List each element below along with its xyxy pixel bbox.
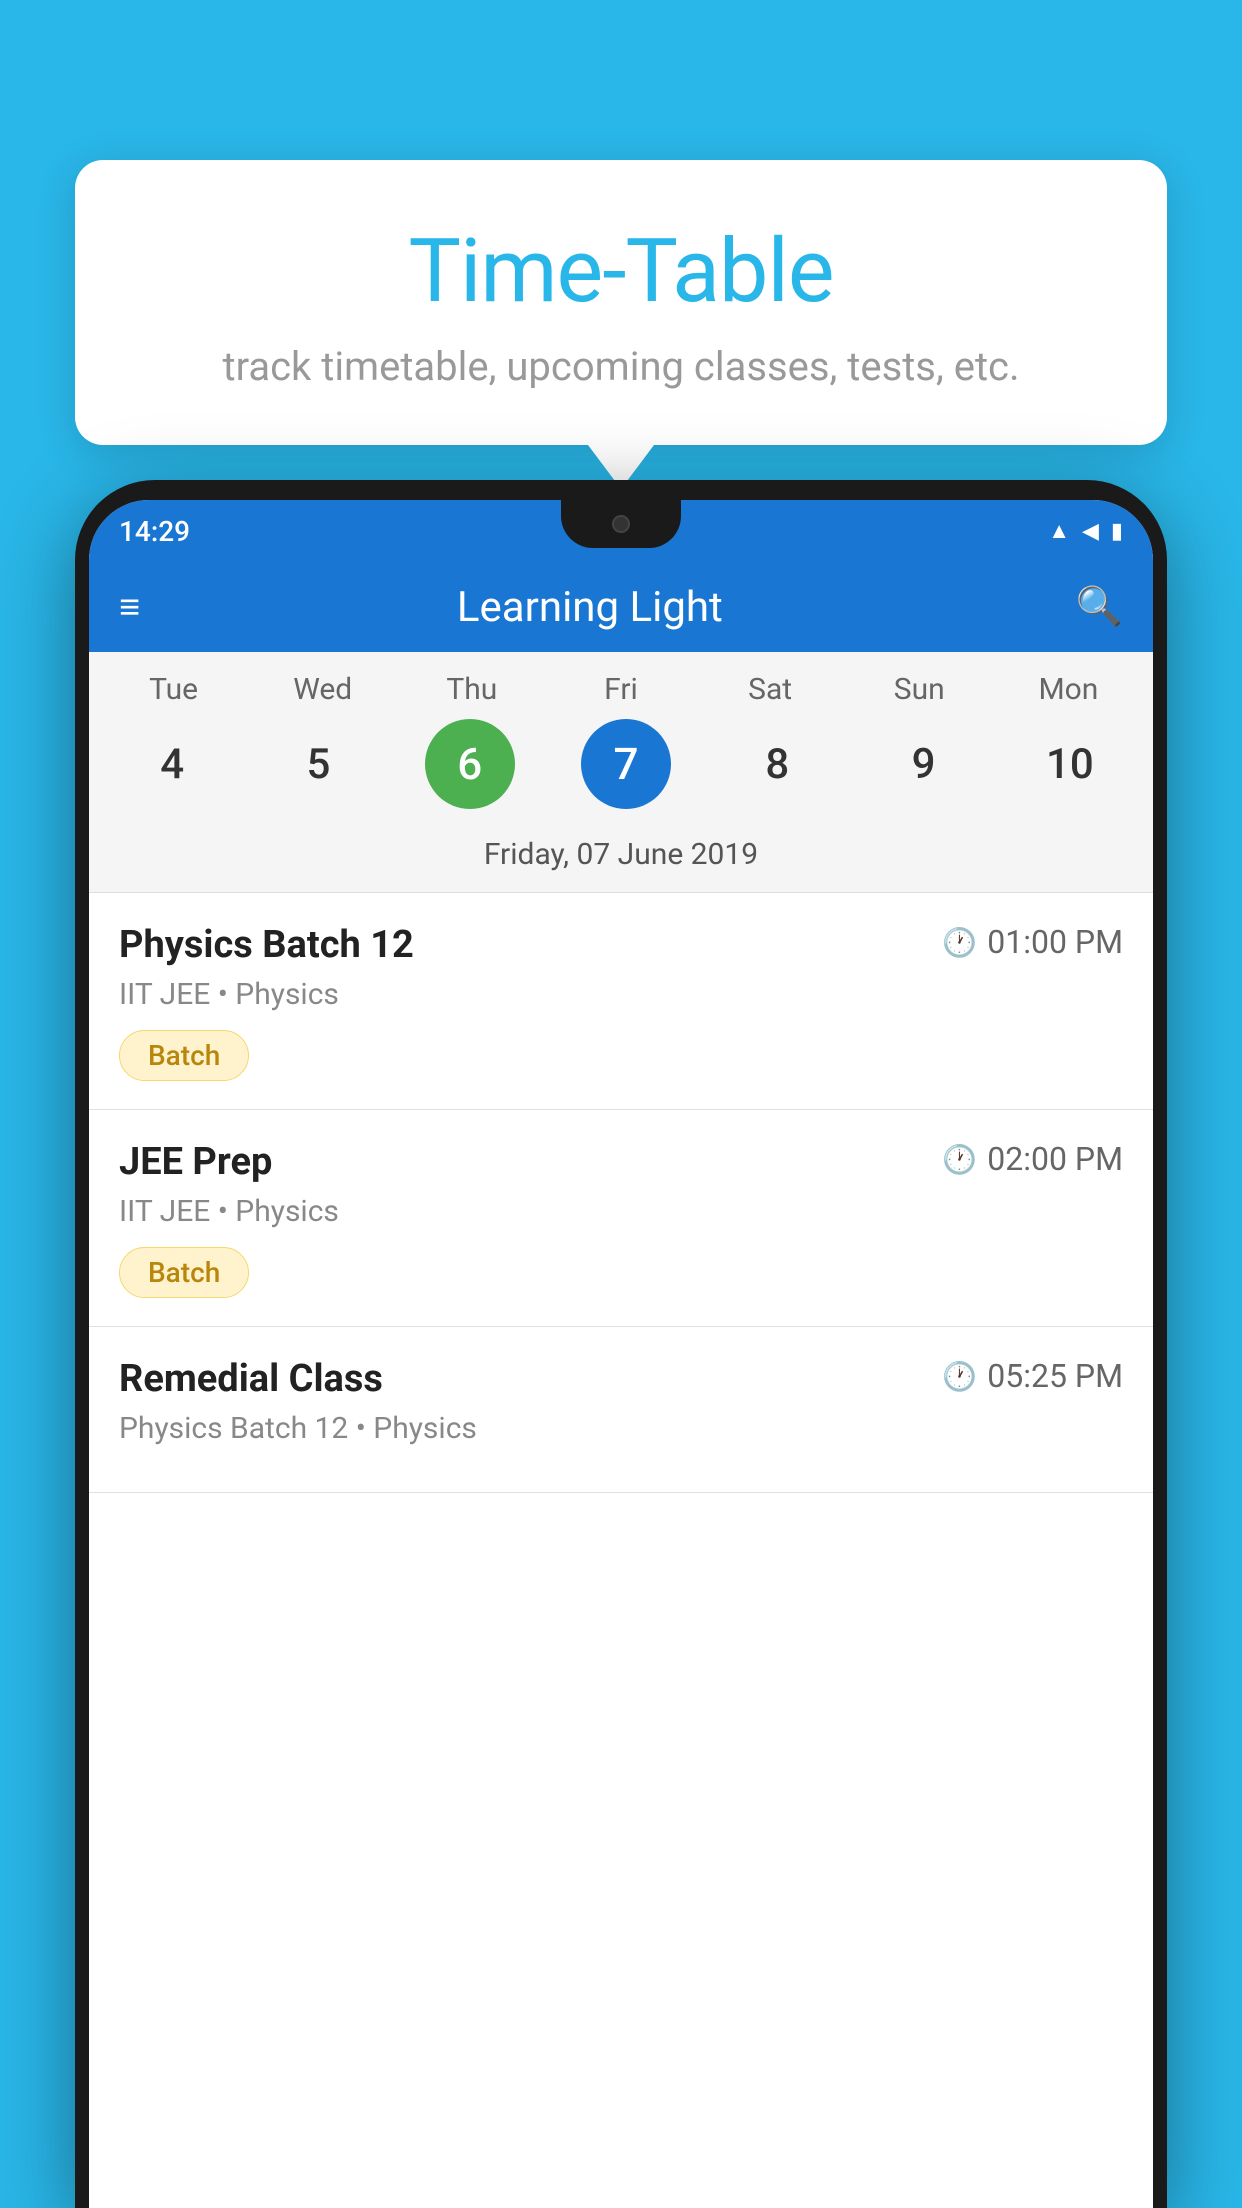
hamburger-icon[interactable]: ≡ — [119, 586, 140, 628]
day-num-4[interactable]: 4 — [132, 724, 212, 804]
day-header-fri: Fri — [561, 672, 681, 707]
schedule-item-subtitle: Physics Batch 12 • Physics — [119, 1411, 1123, 1446]
signal-icon: ◀ — [1082, 519, 1099, 544]
camera-dot — [612, 515, 630, 533]
wifi-icon: ▲ — [1048, 518, 1070, 544]
day-header-thu: Thu — [412, 672, 532, 707]
tooltip-card: Time-Table track timetable, upcoming cla… — [75, 160, 1167, 445]
search-icon[interactable]: 🔍 — [1076, 585, 1123, 629]
day-num-10[interactable]: 10 — [1030, 724, 1110, 804]
day-header-sat: Sat — [710, 672, 830, 707]
clock-icon: 🕐 — [942, 1360, 977, 1393]
day-num-5[interactable]: 5 — [278, 724, 358, 804]
app-bar: ≡ Learning Light 🔍 — [89, 562, 1153, 652]
schedule-item-subtitle: IIT JEE • Physics — [119, 1194, 1123, 1229]
schedule-item[interactable]: JEE Prep 🕐 02:00 PM IIT JEE • Physics Batch — [89, 1110, 1153, 1327]
schedule-item-time: 🕐 05:25 PM — [942, 1357, 1123, 1395]
status-bar: 14:29 ▲ ◀ ▮ — [89, 500, 1153, 562]
day-num-9[interactable]: 9 — [884, 724, 964, 804]
day-header-tue: Tue — [114, 672, 234, 707]
day-num-6[interactable]: 6 — [425, 719, 515, 809]
schedule-container: Physics Batch 12 🕐 01:00 PM IIT JEE • Phys… — [89, 893, 1153, 2208]
batch-tag: Batch — [119, 1030, 249, 1081]
calendar-strip: Tue Wed Thu Fri Sat Sun Mon 456789 10 Friday, 0… — [89, 652, 1153, 893]
day-num-7[interactable]: 7 — [581, 719, 671, 809]
clock-icon: 🕐 — [942, 926, 977, 959]
day-header-sun: Sun — [859, 672, 979, 707]
phone-frame: 14:29 ▲ ◀ ▮ ≡ Learning Light 🔍 Tue Wed Thu… — [75, 480, 1167, 2208]
day-num-8[interactable]: 8 — [737, 724, 817, 804]
tooltip-subtitle: track timetable, upcoming classes, tests… — [135, 343, 1107, 390]
schedule-item-title: Physics Batch 12 — [119, 923, 414, 967]
schedule-item-title: JEE Prep — [119, 1140, 272, 1184]
schedule-item-time: 🕐 02:00 PM — [942, 1140, 1123, 1178]
day-numbers: 456789 10 — [89, 719, 1153, 829]
phone-inner: 14:29 ▲ ◀ ▮ ≡ Learning Light 🔍 Tue Wed Thu… — [89, 500, 1153, 2208]
tooltip-title: Time-Table — [135, 220, 1107, 323]
schedule-item[interactable]: Remedial Class 🕐 05:25 PM Physics Batch 12… — [89, 1327, 1153, 1493]
schedule-item-subtitle: IIT JEE • Physics — [119, 977, 1123, 1012]
clock-icon: 🕐 — [942, 1143, 977, 1176]
schedule-item[interactable]: Physics Batch 12 🕐 01:00 PM IIT JEE • Phys… — [89, 893, 1153, 1110]
batch-tag: Batch — [119, 1247, 249, 1298]
selected-date: Friday, 07 June 2019 — [89, 829, 1153, 893]
day-header-mon: Mon — [1008, 672, 1128, 707]
status-time: 14:29 — [119, 515, 190, 548]
schedule-item-header: Remedial Class 🕐 05:25 PM — [119, 1357, 1123, 1401]
status-icons: ▲ ◀ ▮ — [1048, 518, 1123, 544]
day-header-wed: Wed — [263, 672, 383, 707]
app-title: Learning Light — [170, 583, 1010, 632]
schedule-item-header: JEE Prep 🕐 02:00 PM — [119, 1140, 1123, 1184]
notch — [561, 500, 681, 548]
schedule-item-header: Physics Batch 12 🕐 01:00 PM — [119, 923, 1123, 967]
day-headers: Tue Wed Thu Fri Sat Sun Mon — [89, 672, 1153, 719]
schedule-item-title: Remedial Class — [119, 1357, 383, 1401]
schedule-item-time: 🕐 01:00 PM — [942, 923, 1123, 961]
battery-icon: ▮ — [1111, 519, 1123, 544]
